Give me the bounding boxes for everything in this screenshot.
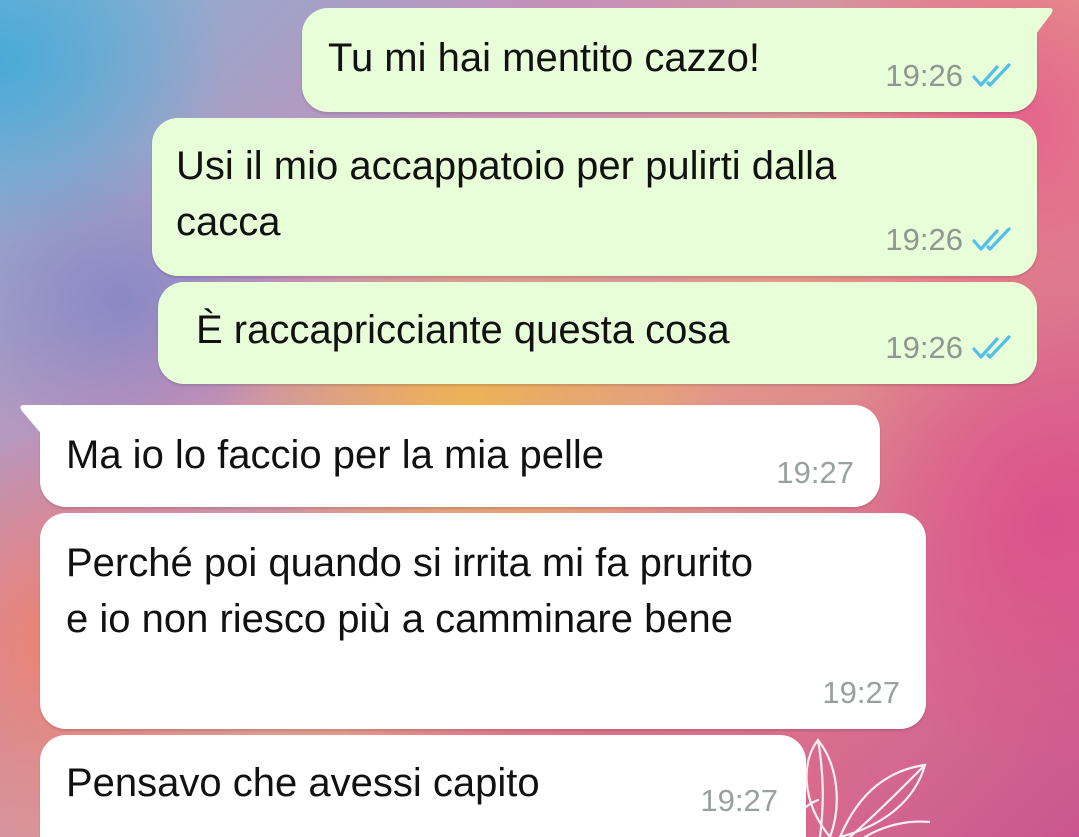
message-timestamp: 19:26	[885, 222, 963, 257]
message-text: Perché poi quando si irrita mi fa prurit…	[66, 541, 753, 585]
double-check-icon	[972, 63, 1011, 87]
message-timestamp: 19:26	[885, 330, 963, 365]
bubble-tail	[1015, 8, 1053, 38]
message-bubble-incoming[interactable]: Pensavo che avessi capito 19:27	[40, 735, 806, 837]
message-bubble-outgoing[interactable]: Usi il mio accappatoio per pulirti dalla…	[152, 118, 1037, 276]
message-meta: 19:26	[885, 58, 1015, 94]
double-check-icon	[972, 335, 1011, 359]
bubble-tail	[20, 405, 62, 437]
message-text: Tu mi hai mentito cazzo!	[328, 36, 761, 80]
message-text: Usi il mio accappatoio per pulirti dalla	[176, 144, 837, 188]
message-meta: 19:26	[885, 222, 1015, 258]
message-text: Ma io lo faccio per la mia pelle	[66, 433, 605, 477]
message-bubble-outgoing[interactable]: È raccapricciante questa cosa 19:26	[158, 282, 1037, 384]
double-check-icon	[972, 227, 1011, 251]
message-bubble-incoming[interactable]: Ma io lo faccio per la mia pelle 19:27	[20, 405, 880, 507]
message-timestamp: 19:26	[885, 58, 963, 93]
message-timestamp: 19:27	[822, 675, 900, 710]
message-text: Pensavo che avessi capito	[66, 761, 540, 805]
message-meta: 19:27	[822, 675, 900, 711]
message-meta: 19:27	[700, 783, 778, 819]
message-timestamp: 19:27	[700, 783, 778, 818]
message-text: cacca	[176, 200, 281, 244]
message-text: È raccapricciante questa cosa	[196, 308, 730, 352]
flower-icon	[790, 738, 930, 837]
message-bubble-incoming[interactable]: Perché poi quando si irrita mi fa prurit…	[40, 513, 926, 729]
message-timestamp: 19:27	[776, 455, 854, 490]
message-text: e io non riesco più a camminare bene	[66, 597, 734, 641]
message-meta: 19:27	[776, 455, 854, 491]
message-bubble-outgoing[interactable]: Tu mi hai mentito cazzo! 19:26	[302, 8, 1053, 112]
message-meta: 19:26	[885, 330, 1015, 366]
